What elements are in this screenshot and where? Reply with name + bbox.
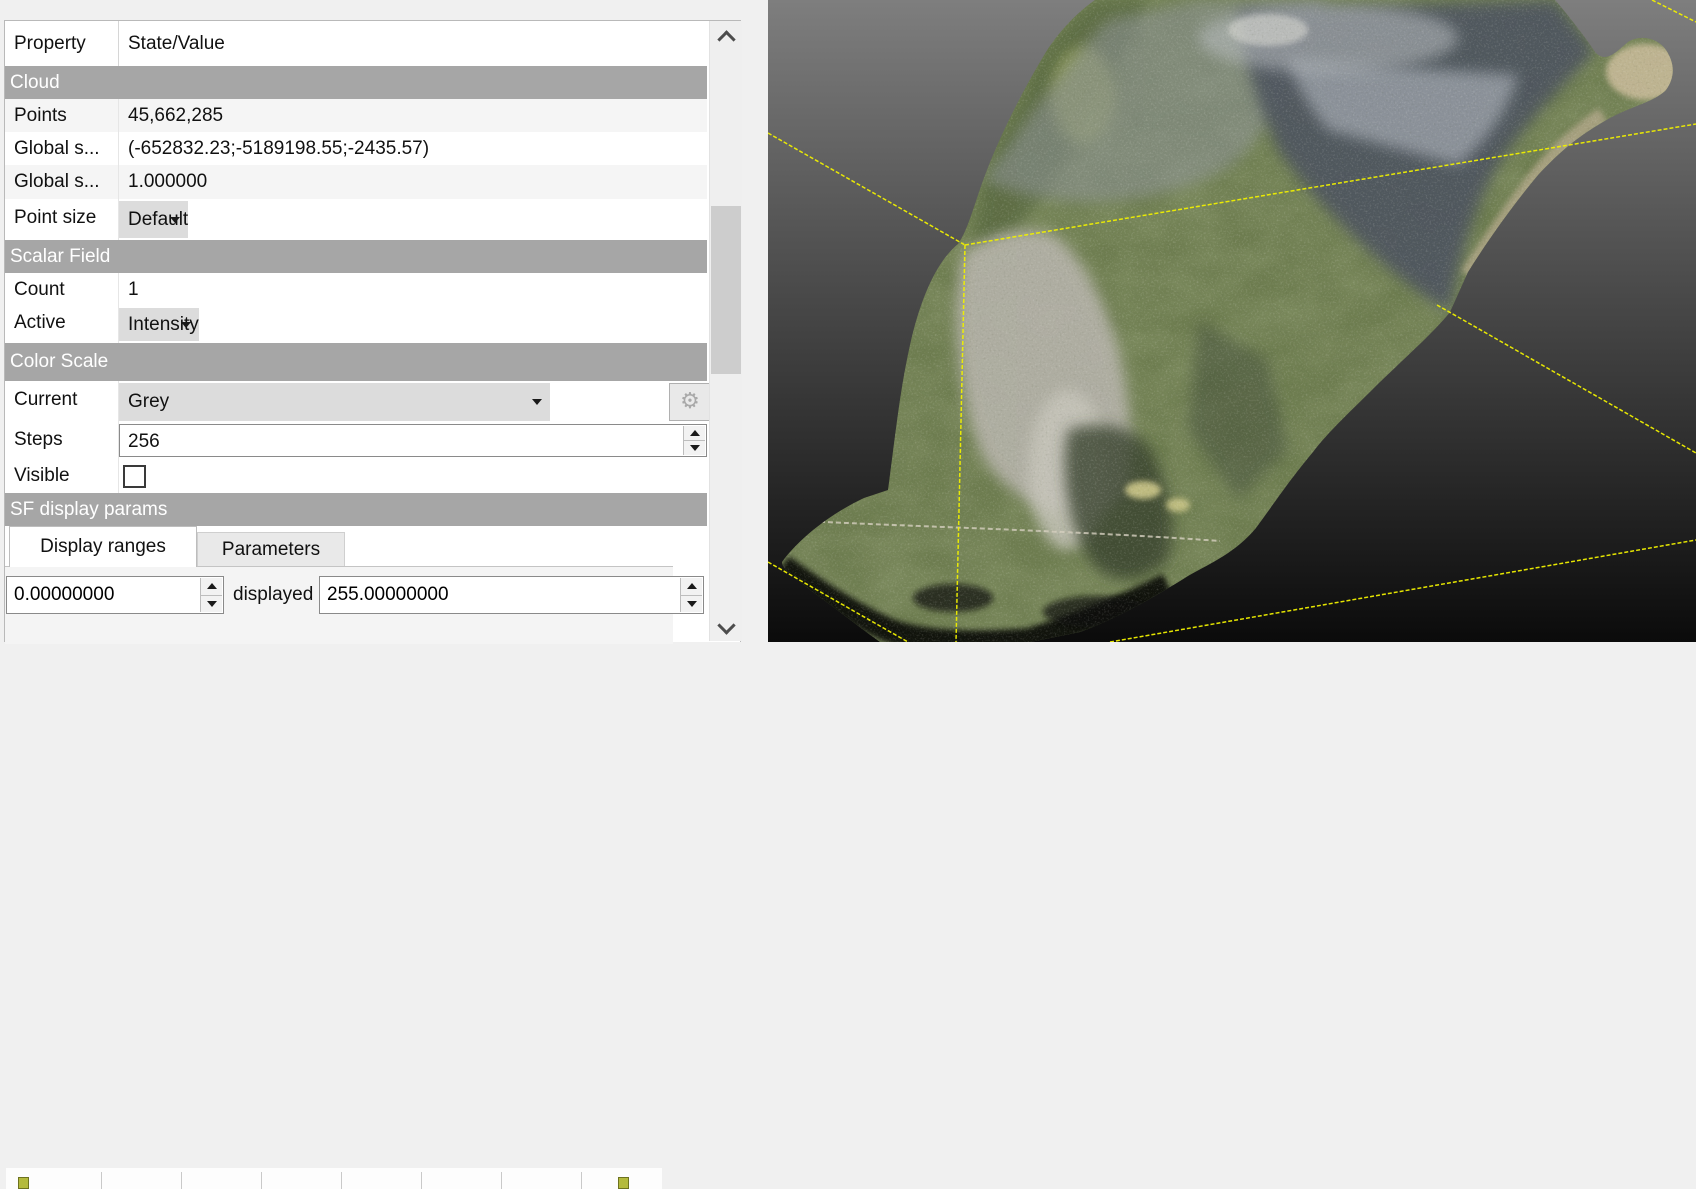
row-global-shift: Global s... (-652832.23;-5189198.55;-243… [5, 132, 707, 165]
row-steps: Steps 256 [5, 423, 707, 458]
global-shift-label: Global s... [5, 132, 119, 165]
tab-parameters[interactable]: Parameters [197, 532, 345, 567]
point-size-dropdown[interactable]: Default [119, 201, 188, 238]
active-sf-label: Active [5, 306, 119, 343]
steps-value: 256 [128, 431, 160, 452]
steps-spinbox[interactable]: 256 [119, 424, 707, 457]
display-ranges-tab-content: 0.00000000 displayed 255.00000000 [5, 566, 673, 644]
row-active-sf: Active Intensity [5, 306, 707, 343]
global-scale-label: Global s... [5, 165, 119, 199]
displayed-label: displayed [233, 576, 317, 614]
steps-spin-buttons [683, 426, 705, 455]
color-scale-dropdown[interactable]: Grey [119, 383, 550, 421]
global-shift-value: (-652832.23;-5189198.55;-2435.57) [128, 132, 707, 165]
sf-range-min-spinbox[interactable]: 0.00000000 [6, 576, 224, 614]
spin-up-icon[interactable] [681, 578, 702, 595]
scroll-up-icon[interactable] [717, 30, 735, 48]
scroll-down-icon[interactable] [717, 616, 735, 634]
row-global-scale: Global s... 1.000000 [5, 165, 707, 199]
row-current-scale: Current Grey [5, 381, 707, 423]
count-label: Count [5, 273, 119, 306]
global-scale-value: 1.000000 [128, 165, 707, 199]
max-spin-buttons [680, 578, 702, 612]
color-scale-value: Grey [128, 391, 169, 412]
chevron-down-icon [170, 217, 180, 223]
section-sf-display-params: SF display params [5, 493, 707, 526]
header-state-value: State/Value [128, 21, 707, 66]
sf-histogram-slider[interactable] [6, 1168, 662, 1189]
row-visible: Visible [5, 458, 707, 493]
spin-down-icon[interactable] [684, 440, 705, 455]
points-value: 45,662,285 [128, 99, 707, 132]
point-size-label: Point size [5, 199, 119, 240]
min-spin-buttons [200, 578, 222, 612]
section-color-scale: Color Scale [5, 343, 707, 381]
gear-icon: ⚙ [680, 388, 700, 413]
sf-range-max-spinbox[interactable]: 255.00000000 [319, 576, 704, 614]
steps-label: Steps [5, 423, 119, 458]
current-scale-label: Current [5, 381, 119, 423]
properties-panel: Property State/Value Cloud Points 45,662… [0, 0, 768, 642]
spin-up-icon[interactable] [201, 578, 222, 595]
count-value: 1 [128, 273, 707, 306]
row-count: Count 1 [5, 273, 707, 306]
3d-viewport[interactable] [768, 0, 1696, 642]
color-scale-settings-button[interactable]: ⚙ [669, 383, 711, 421]
points-label: Points [5, 99, 119, 132]
properties-table: Property State/Value Cloud Points 45,662… [4, 20, 741, 642]
chevron-down-icon [532, 399, 542, 405]
spin-up-icon[interactable] [684, 426, 705, 440]
spin-down-icon[interactable] [681, 595, 702, 613]
section-cloud: Cloud [5, 66, 707, 99]
spin-down-icon[interactable] [201, 595, 222, 613]
visible-label: Visible [5, 458, 119, 493]
section-scalar-field: Scalar Field [5, 240, 707, 273]
range-max-handle[interactable] [618, 1177, 629, 1189]
tab-display-ranges[interactable]: Display ranges [9, 526, 197, 567]
row-points: Points 45,662,285 [5, 99, 707, 132]
point-cloud-render [768, 0, 1696, 642]
header-property: Property [5, 21, 119, 66]
active-sf-dropdown[interactable]: Intensity [119, 308, 199, 341]
chevron-down-icon [181, 322, 191, 328]
row-point-size: Point size Default [5, 199, 707, 240]
sf-range-max-value: 255.00000000 [327, 584, 449, 605]
sf-range-min-value: 0.00000000 [14, 584, 114, 605]
scrollbar-thumb[interactable] [711, 206, 741, 374]
range-min-handle[interactable] [18, 1177, 29, 1189]
visible-checkbox[interactable] [123, 465, 146, 488]
panel-scrollbar[interactable] [709, 21, 742, 641]
table-header: Property State/Value [5, 21, 707, 66]
